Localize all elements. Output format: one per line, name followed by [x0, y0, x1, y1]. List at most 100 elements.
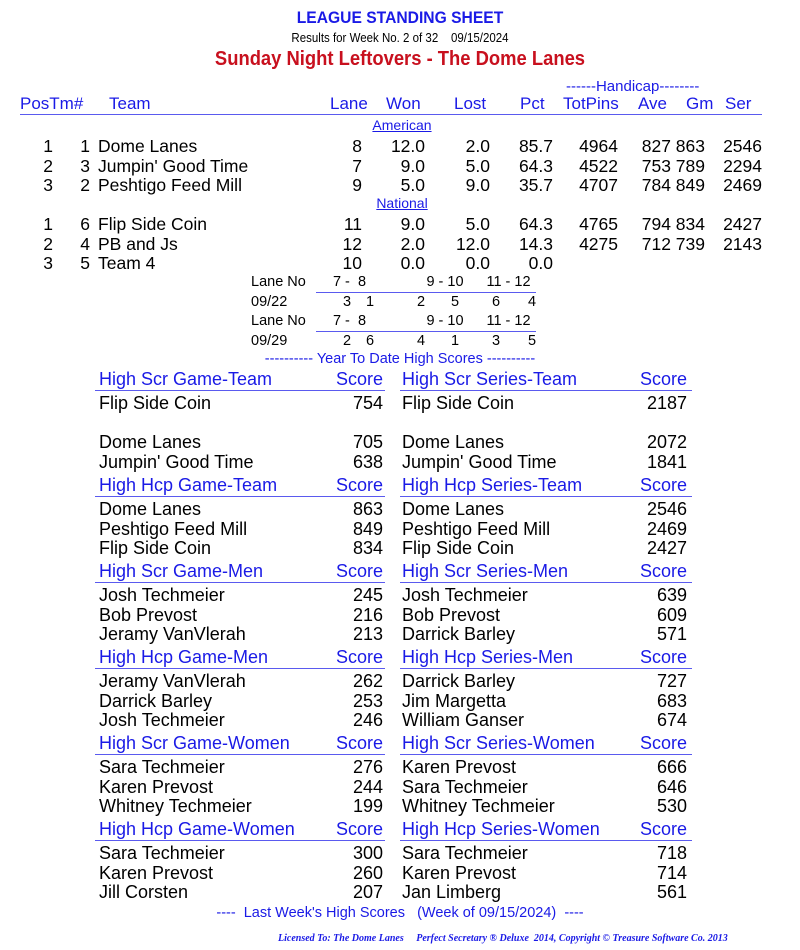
score-label: Score — [335, 475, 383, 495]
entry-score: 561 — [656, 882, 687, 902]
cell-team: Flip Side Coin — [98, 214, 207, 234]
cell-lost: 0.0 — [465, 253, 490, 273]
entry-name: Josh Techmeier — [99, 710, 225, 730]
entry-name: Dome Lanes — [99, 499, 202, 519]
section-title: High Scr Series-Women — [402, 733, 595, 753]
cell-lost: 2.0 — [465, 136, 490, 156]
matchup-team: 1 — [451, 333, 460, 349]
cell-lost: 5.0 — [465, 214, 490, 234]
section-rule — [400, 496, 692, 497]
col-gm: Gm — [686, 94, 714, 113]
cell-won: 5.0 — [400, 175, 425, 195]
cell-tm: 4 — [80, 233, 90, 254]
entry-score: 849 — [352, 518, 383, 539]
cell-ave: 753 — [641, 155, 671, 176]
section-rule — [400, 754, 692, 755]
cell-gm: 834 — [675, 214, 705, 234]
cell-team: Jumpin' Good Time — [98, 155, 249, 176]
cell-ave: 827 — [641, 136, 671, 156]
cell-pos: 2 — [43, 155, 53, 176]
entry-score: 262 — [352, 671, 383, 691]
cell-pos: 2 — [43, 233, 53, 254]
entry-score: 244 — [352, 776, 383, 797]
lane-pair: 7 - 8 — [332, 313, 367, 329]
cell-pct: 85.7 — [518, 136, 553, 156]
lane-pair: 9 - 10 — [426, 274, 464, 290]
entry-score: 639 — [656, 585, 687, 605]
division-label: National — [376, 195, 428, 211]
entry-name: Josh Techmeier — [402, 585, 528, 605]
cell-lost: 9.0 — [465, 175, 490, 195]
cell-pct: 0.0 — [528, 253, 553, 273]
standings-row: 2 4 PB and Js 12 2.0 12.0 14.3 4275 712 739 2143 — [0, 234, 800, 254]
cell-ser: 2143 — [723, 233, 762, 254]
entry-score: 571 — [656, 624, 687, 644]
section-rule — [95, 668, 385, 669]
cell-won: 2.0 — [400, 233, 425, 254]
entry-name: Karen Prevost — [99, 862, 214, 883]
cell-lane: 11 — [343, 214, 362, 234]
cell-lane: 8 — [352, 136, 362, 156]
entry-score: 2427 — [646, 538, 687, 558]
lane-pair: 7 - 8 — [332, 274, 367, 290]
cell-lane: 12 — [342, 233, 362, 254]
score-label: Score — [639, 369, 687, 389]
cell-lost: 12.0 — [455, 233, 490, 254]
cell-ser: 2546 — [723, 136, 762, 156]
cell-ave: 712 — [641, 233, 671, 254]
cell-ser: 2427 — [723, 214, 762, 234]
col-pct: Pct — [520, 94, 545, 113]
matchup-team: 2 — [417, 294, 426, 310]
matchup-team: 1 — [366, 294, 375, 310]
entry-score: 300 — [352, 843, 383, 863]
entry-name: Jim Margetta — [402, 690, 507, 711]
cell-lane: 7 — [352, 155, 362, 176]
matchup-team: 3 — [343, 294, 352, 310]
entry-name: Karen Prevost — [99, 776, 214, 797]
entry-name: Josh Techmeier — [99, 585, 225, 605]
entry-score: 246 — [352, 710, 383, 730]
entry-score: 213 — [352, 624, 383, 644]
entry-score: 674 — [656, 710, 687, 730]
ytd-high-scores-title: ---------- Year To Date High Scores ----… — [264, 351, 536, 367]
entry-name: Sara Techmeier — [402, 843, 528, 863]
matchup-team: 5 — [528, 333, 537, 349]
score-label: Score — [335, 819, 383, 839]
entry-name: Jumpin' Good Time — [402, 451, 557, 472]
standings-row: 3 2 Peshtigo Feed Mill 9 5.0 9.0 35.7 4707 784 84… — [0, 175, 800, 195]
entry-name: Sara Techmeier — [99, 757, 225, 777]
section-title: High Scr Game-Team — [99, 369, 273, 389]
cell-pct: 64.3 — [518, 214, 553, 234]
cell-lane: 10 — [342, 253, 362, 273]
cell-team: Dome Lanes — [98, 136, 198, 156]
score-label: Score — [639, 819, 687, 839]
entry-name: Jumpin' Good Time — [99, 451, 254, 472]
section-rule — [400, 840, 692, 841]
cell-totpins: 4964 — [579, 136, 618, 156]
cell-totpins: 4522 — [579, 155, 618, 176]
entry-score: 530 — [656, 796, 687, 816]
section-rule — [95, 582, 385, 583]
cell-gm: 849 — [675, 175, 705, 195]
entry-score: 199 — [352, 796, 383, 816]
col-lost: Lost — [454, 94, 487, 113]
entry-name: Jan Limberg — [402, 882, 502, 902]
cell-won: 0.0 — [400, 253, 425, 273]
matchup-team: 2 — [343, 333, 352, 349]
entry-name: Karen Prevost — [402, 862, 517, 883]
section-rule — [95, 754, 385, 755]
score-label: Score — [335, 647, 383, 667]
matchup-team: 5 — [451, 294, 460, 310]
col-ave: Ave — [638, 94, 667, 113]
schedule-date: 09/22 — [251, 294, 288, 310]
cell-tm: 6 — [80, 214, 90, 234]
section-title: High Hcp Game-Women — [99, 819, 295, 839]
entry-name: Flip Side Coin — [99, 538, 212, 558]
entry-name: Flip Side Coin — [402, 538, 515, 558]
section-title: High Scr Series-Team — [402, 369, 578, 389]
entry-score: 646 — [656, 776, 687, 797]
entry-score: 2072 — [646, 432, 687, 452]
entry-score: 2187 — [646, 393, 687, 413]
entry-name: Bob Prevost — [99, 604, 198, 625]
section-rule — [95, 840, 385, 841]
